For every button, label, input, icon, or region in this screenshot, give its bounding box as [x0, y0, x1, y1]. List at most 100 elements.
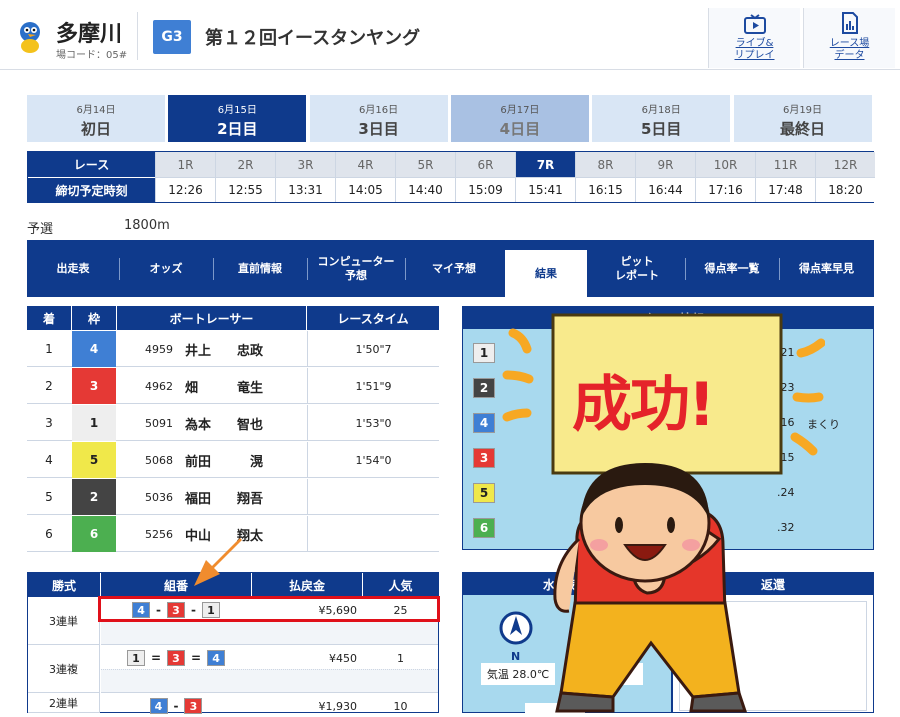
racer-reg-no: 4962: [145, 379, 173, 393]
payout-table: 勝式 組番 払戻金 人気 3連単 4-3-1 ¥5,690 25 3連複 1 = 3 = 4 ¥45…: [27, 572, 439, 714]
day-label: 2日目: [217, 120, 258, 138]
nav-tab-7[interactable]: ピット レポート: [589, 240, 685, 297]
start-boat: 4: [473, 413, 495, 433]
payout-amount: ¥450: [329, 651, 357, 665]
header-divider: [137, 12, 138, 60]
day-date: 6月15日: [217, 105, 257, 116]
site-header: 多摩川 場コード：05# G3 第１２回イースタンヤング ライブ& リプレイ レ…: [0, 0, 900, 70]
nav-tab-1[interactable]: 出走表: [27, 240, 119, 297]
day-date: 6月14日: [76, 105, 116, 116]
deadline-time: 16:15: [575, 177, 635, 202]
payout-subrow: [101, 669, 438, 693]
result-row: 1 4 4959 井上 忠政 1'50"7: [27, 331, 439, 367]
day-tab-6[interactable]: 6月19日 最終日: [733, 95, 874, 142]
deadline-time: 12:26: [155, 177, 215, 202]
combo-separator: =: [150, 651, 161, 665]
nav-divider: [119, 258, 120, 280]
nav-tab-8[interactable]: 得点率一覧: [685, 240, 779, 297]
nav-tab-5[interactable]: マイ予想: [405, 240, 503, 297]
result-waku: 5: [72, 442, 116, 478]
nav-tab-2[interactable]: オッズ: [119, 240, 213, 297]
col-bet-type: 勝式: [28, 573, 100, 597]
racer-name-link[interactable]: 為本 智也: [185, 405, 305, 441]
racer-reg-no: 5091: [145, 416, 173, 430]
result-rank: 1: [45, 342, 53, 356]
result-rank: 4: [45, 453, 53, 467]
deadline-time: 13:31: [275, 177, 335, 202]
payout-subrow: [101, 621, 438, 645]
deadline-time: 18:20: [815, 177, 875, 202]
race-tab-9R[interactable]: 9R: [635, 152, 695, 177]
deadline-time: 16:44: [635, 177, 695, 202]
racer-reg-no: 5036: [145, 490, 173, 504]
col-amount: 払戻金: [252, 573, 362, 597]
content-nav: 出走表 オッズ 直前情報 コンピューター 予想 マイ予想 結果 ピット レポート 得点率一覧得…: [27, 240, 874, 297]
day-tab-3[interactable]: 6月16日 3日目: [309, 95, 450, 142]
bet-type: 2連単: [28, 693, 100, 713]
nav-tab-9[interactable]: 得点率早見: [779, 240, 874, 297]
result-waku: 2: [72, 479, 116, 515]
live-replay-button[interactable]: ライブ& リプレイ: [708, 8, 800, 68]
race-tab-11R[interactable]: 11R: [755, 152, 815, 177]
racer-reg-no: 5256: [145, 527, 173, 541]
race-tab-2R[interactable]: 2R: [215, 152, 275, 177]
start-boat: 6: [473, 518, 495, 538]
race-time: 1'51"9: [307, 368, 439, 404]
nav-divider: [405, 258, 406, 280]
racer-name-link[interactable]: 井上 忠政: [185, 331, 305, 367]
success-sign-text: 成功!: [572, 370, 715, 440]
payout-popularity: 10: [393, 699, 408, 713]
day-date: 6月18日: [641, 105, 681, 116]
day-tab-2[interactable]: 6月15日 2日目: [168, 95, 309, 142]
race-tab-12R[interactable]: 12R: [815, 152, 875, 177]
race-tab-1R[interactable]: 1R: [155, 152, 215, 177]
result-rank: 5: [45, 490, 53, 504]
nav-tab-6[interactable]: 結果: [505, 250, 587, 297]
combo-boat: 4: [207, 650, 226, 666]
race-tab-4R[interactable]: 4R: [335, 152, 395, 177]
deadline-time: 17:16: [695, 177, 755, 202]
day-tab-5[interactable]: 6月18日 5日目: [592, 95, 733, 142]
col-rank: 着: [27, 306, 71, 330]
deadline-time: 14:40: [395, 177, 455, 202]
col-racer: ボートレーサー: [117, 306, 306, 330]
day-tab-1[interactable]: 6月14日 初日: [27, 95, 167, 142]
bet-type: 3連単: [28, 597, 100, 645]
combo-boat: 3: [184, 698, 203, 714]
combo-separator: -: [173, 699, 179, 713]
bet-type: 3連複: [28, 645, 100, 693]
combo-separator: =: [191, 651, 202, 665]
racer-reg-no: 4959: [145, 342, 173, 356]
racer-name-link[interactable]: 前田 滉: [185, 442, 305, 478]
result-waku: 4: [72, 331, 116, 367]
race-tab-5R[interactable]: 5R: [395, 152, 455, 177]
result-rank: 3: [45, 416, 53, 430]
deadline-header: 締切予定時刻: [28, 177, 155, 202]
payout-amount: ¥1,930: [318, 699, 358, 713]
racer-reg-no: 5068: [145, 453, 173, 467]
result-rank: 2: [45, 379, 53, 393]
nav-tab-3[interactable]: 直前情報: [213, 240, 307, 297]
deadline-time: 14:05: [335, 177, 395, 202]
race-tab-6R[interactable]: 6R: [455, 152, 515, 177]
live-replay-label: ライブ& リプレイ: [734, 38, 775, 61]
day-date: 6月19日: [782, 105, 823, 116]
venue-data-button[interactable]: レース場 データ: [803, 8, 895, 68]
race-time: [307, 516, 439, 552]
nav-divider: [779, 258, 780, 280]
start-boat: 2: [473, 378, 495, 398]
race-time: [307, 479, 439, 515]
race-tab-7R[interactable]: 7R: [515, 152, 575, 177]
nav-divider: [685, 258, 686, 280]
grade-badge: G3: [153, 20, 191, 54]
race-tab-10R[interactable]: 10R: [695, 152, 755, 177]
day-date: 6月16日: [359, 105, 399, 116]
venue-data-label: レース場 データ: [829, 38, 870, 61]
racer-name-link[interactable]: 福田 翔吾: [185, 479, 305, 515]
day-tab-4[interactable]: 6月17日 4日目: [450, 95, 591, 142]
nav-tab-4[interactable]: コンピューター 予想: [307, 240, 405, 297]
race-tab-8R[interactable]: 8R: [575, 152, 635, 177]
racer-name-link[interactable]: 畑 竜生: [185, 368, 305, 404]
combo-cell: 1 = 3 = 4: [101, 647, 251, 669]
race-tab-3R[interactable]: 3R: [275, 152, 335, 177]
